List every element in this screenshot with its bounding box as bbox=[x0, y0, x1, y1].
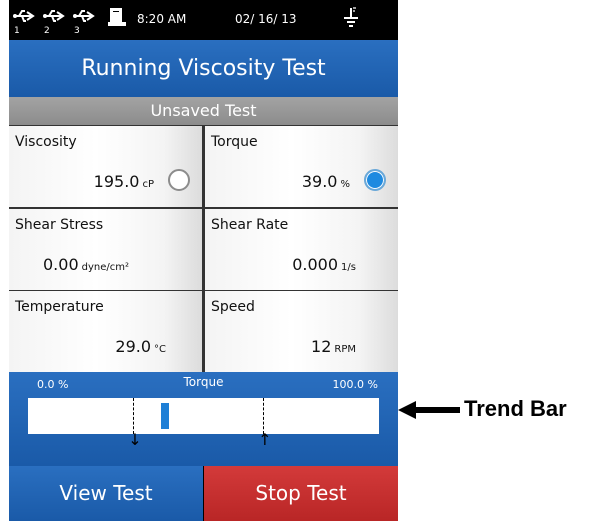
reading-unit: 1/s bbox=[341, 262, 356, 273]
reading-value: 195.0 cP bbox=[93, 172, 154, 191]
reading-value: 39.0% bbox=[301, 172, 350, 191]
trend-track bbox=[28, 398, 379, 434]
reading-unit: RPM bbox=[334, 344, 356, 355]
high-limit-arrow-icon: ↑ bbox=[258, 430, 272, 449]
reading-speed[interactable]: Speed 12 RPM bbox=[205, 291, 398, 372]
clock-time: 8:20 AM bbox=[137, 12, 187, 26]
reading-label: Temperature bbox=[15, 299, 104, 315]
callout-arrow-icon bbox=[398, 401, 460, 419]
reading-label: Shear Stress bbox=[15, 217, 104, 233]
reading-shear-stress[interactable]: Shear Stress 0.00 dyne/cm² bbox=[9, 209, 202, 290]
reading-label: Shear Rate bbox=[211, 217, 289, 233]
clock-date: 02/ 16/ 13 bbox=[235, 12, 297, 26]
reading-unit: % bbox=[340, 179, 350, 190]
device-screen: 1 2 3 8:20 AM 02/ 16/ 13 Running Viscosi… bbox=[9, 0, 398, 521]
reading-shear-rate[interactable]: Shear Rate 0.000 1/s bbox=[205, 209, 398, 290]
trend-value-marker bbox=[160, 403, 169, 429]
reading-unit: dyne/cm² bbox=[81, 262, 129, 273]
callout-label: Trend Bar bbox=[464, 396, 567, 421]
reading-label: Torque bbox=[211, 134, 258, 150]
reading-label: Viscosity bbox=[15, 134, 77, 150]
status-bar: 1 2 3 8:20 AM 02/ 16/ 13 bbox=[9, 0, 398, 40]
test-status-label: Unsaved Test bbox=[9, 97, 398, 125]
reading-torque[interactable]: Torque 39.0% bbox=[205, 126, 398, 207]
usb-icon bbox=[13, 10, 35, 22]
low-limit-line bbox=[133, 398, 135, 434]
ground-icon bbox=[344, 7, 358, 27]
action-buttons: View Test Stop Test bbox=[9, 466, 398, 521]
stop-test-button[interactable]: Stop Test bbox=[204, 466, 398, 521]
reading-indicator-inactive[interactable] bbox=[168, 169, 190, 191]
usb-icon bbox=[73, 10, 95, 22]
low-limit-arrow-icon: ↓ bbox=[128, 430, 142, 449]
reading-value: 12 RPM bbox=[311, 337, 356, 356]
reading-unit: °C bbox=[154, 344, 166, 355]
usb-port-number: 2 bbox=[44, 26, 50, 36]
reading-unit: cP bbox=[142, 179, 154, 190]
printer-icon bbox=[108, 8, 126, 26]
page-title: Running Viscosity Test bbox=[9, 40, 398, 97]
reading-viscosity[interactable]: Viscosity 195.0 cP bbox=[9, 126, 202, 207]
reading-value: 29.0 °C bbox=[115, 337, 166, 356]
usb-icon bbox=[43, 10, 65, 22]
reading-temperature[interactable]: Temperature 29.0 °C bbox=[9, 291, 202, 372]
reading-value: 0.00 dyne/cm² bbox=[43, 255, 129, 274]
trend-max-label: 100.0 % bbox=[332, 378, 378, 391]
view-test-button[interactable]: View Test bbox=[9, 466, 203, 521]
high-limit-line bbox=[263, 398, 265, 434]
reading-label: Speed bbox=[211, 299, 255, 315]
trend-bar: 0.0 % Torque 100.0 % ↓ ↑ bbox=[9, 372, 398, 466]
reading-value: 0.000 1/s bbox=[292, 255, 356, 274]
usb-port-number: 3 bbox=[74, 26, 80, 36]
usb-port-number: 1 bbox=[14, 26, 20, 36]
reading-indicator-active[interactable] bbox=[364, 169, 386, 191]
readings-grid: Viscosity 195.0 cP Torque 39.0% Shear Str… bbox=[9, 125, 398, 372]
